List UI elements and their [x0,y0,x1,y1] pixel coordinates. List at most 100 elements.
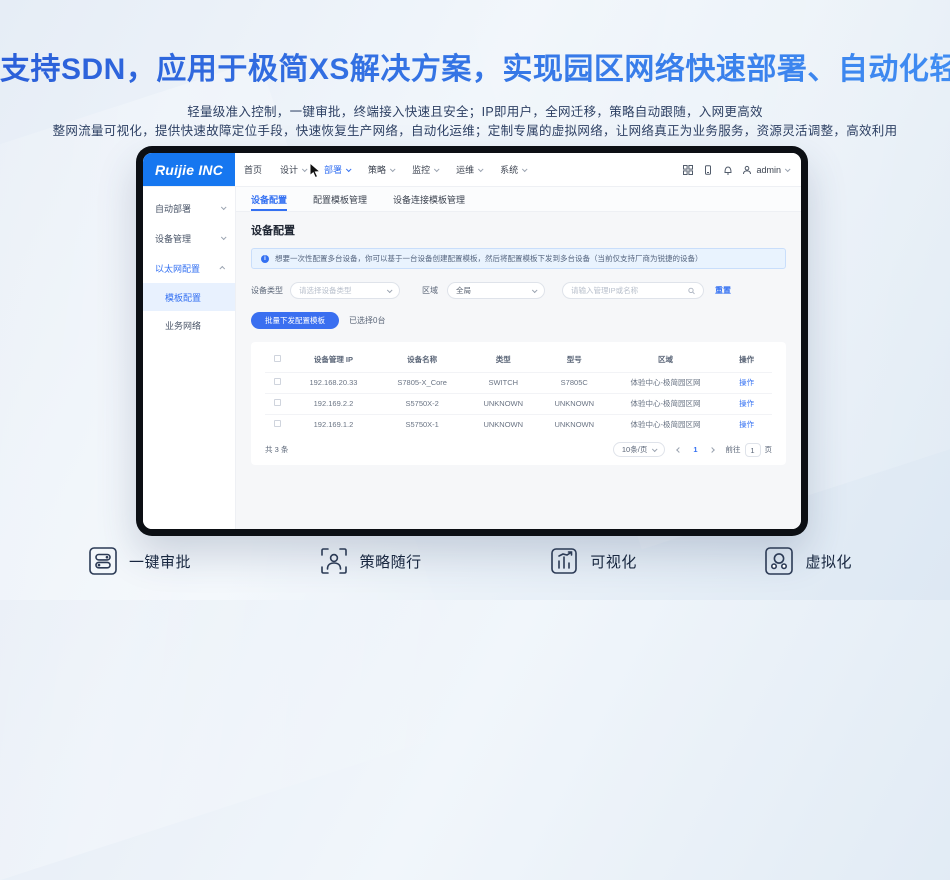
filter-bar: 设备类型 请选择设备类型 区域 全局 [251,282,786,299]
table-row: 192.169.1.2 S5750X-1 UNKNOWN UNKNOWN 体验中… [265,414,772,435]
chevron-down-icon [302,166,308,172]
nav-item-system[interactable]: 系统 [491,163,535,176]
batch-deploy-template-button[interactable]: 批量下发配置模板 [251,312,339,329]
region-select[interactable]: 全局 [447,282,545,299]
search-field[interactable] [562,282,704,299]
search-icon [688,287,695,295]
device-icon[interactable] [702,164,713,175]
pagination-bar: 共 3 条 10条/页 1 前往 [265,442,772,457]
row-checkbox[interactable] [274,399,281,406]
chevron-down-icon [221,204,227,210]
nav-item-monitor[interactable]: 监控 [403,163,447,176]
chevron-down-icon [652,446,658,452]
tab-config-template-mgmt[interactable]: 配置模板管理 [313,187,367,211]
row-action-link[interactable]: 操作 [739,420,754,429]
nav-item-policy[interactable]: 策略 [359,163,403,176]
cell-ip: 192.169.1.2 [290,414,376,435]
visualization-icon [549,546,579,576]
grid-apps-icon[interactable] [682,164,693,175]
select-all-checkbox[interactable] [274,355,281,362]
laptop-frame: Ruijie INC 首页 设计 部署 策略 监控 运维 系统 [136,146,808,536]
cell-name: S5750X-1 [377,414,468,435]
col-header-type: 类型 [468,348,539,372]
tab-device-config[interactable]: 设备配置 [251,187,287,211]
row-checkbox[interactable] [274,378,281,385]
hero-subtitle-line1: 轻量级准入控制，一键审批，终端接入快速且安全；IP即用户，全网迁移，策略自动跟随… [0,101,950,120]
search-input[interactable] [571,286,683,295]
chevron-right-icon [709,447,715,453]
topbar-right: admin [682,164,801,175]
main-nav: 首页 设计 部署 策略 监控 运维 系统 [235,153,535,186]
chevron-down-icon [390,166,396,172]
username: admin [756,165,781,175]
tab-device-connection-template-mgmt[interactable]: 设备连接模板管理 [393,187,465,211]
prev-page-button[interactable] [674,445,684,455]
sidebar-item-auto-deploy[interactable]: 自动部署 [143,193,235,223]
info-banner: i 想要一次性配置多台设备，你可以基于一台设备创建配置模板，然后将配置模板下发到… [251,248,786,269]
alarm-bell-icon[interactable] [722,164,733,175]
hero-title: 支持SDN，应用于极简XS解决方案，实现园区网络快速部署、自动化轻松运维 [0,44,950,88]
sidebar: 自动部署 设备管理 以太网配置 模板配置 业务网络 [143,187,236,529]
current-page-number[interactable]: 1 [693,445,697,454]
total-count: 共 3 条 [265,444,288,455]
device-type-label: 设备类型 [251,285,283,296]
sidebar-item-business-network[interactable]: 业务网络 [143,311,235,339]
device-table-card: 设备管理 IP 设备名称 类型 型号 区域 操作 [251,342,786,465]
top-navbar: Ruijie INC 首页 设计 部署 策略 监控 运维 系统 [143,153,801,187]
chevron-up-icon [219,266,225,272]
cell-type: UNKNOWN [468,414,539,435]
app-logo: Ruijie INC [143,153,235,186]
nav-item-operations[interactable]: 运维 [447,163,491,176]
cell-type: UNKNOWN [468,393,539,414]
reset-button[interactable]: 重置 [715,285,731,296]
device-type-select[interactable]: 请选择设备类型 [290,282,400,299]
chevron-down-icon [221,234,227,240]
row-checkbox[interactable] [274,420,281,427]
chevron-down-icon [522,166,528,172]
next-page-button[interactable] [707,445,717,455]
goto-page: 前往 1 页 [726,443,773,457]
chevron-down-icon [785,166,791,172]
page-title: 设备配置 [251,222,786,238]
cell-region: 体验中心-极简园区网 [610,372,722,393]
col-header-region: 区域 [610,348,722,372]
chevron-down-icon [532,287,538,293]
app-body: 自动部署 设备管理 以太网配置 模板配置 业务网络 设备配置 配置模板管理 设备… [143,187,801,529]
user-icon [742,165,752,175]
info-banner-text: 想要一次性配置多台设备，你可以基于一台设备创建配置模板，然后将配置模板下发到多台… [275,253,703,264]
policy-follow-icon [319,546,349,576]
device-table: 设备管理 IP 设备名称 类型 型号 区域 操作 [265,348,772,435]
chevron-down-icon [387,287,393,293]
feature-label: 虚拟化 [805,551,852,572]
cell-region: 体验中心-极简园区网 [610,414,722,435]
feature-one-click-approval: 一键审批 [88,546,191,576]
sidebar-item-ethernet-config[interactable]: 以太网配置 [143,253,235,283]
user-menu[interactable]: admin [742,165,789,175]
page-content: 设备配置 i 想要一次性配置多台设备，你可以基于一台设备创建配置模板，然后将配置… [236,212,801,529]
feature-strip: 一键审批 策略随行 可视化 [0,546,950,576]
cell-name: S5750X-2 [377,393,468,414]
main-panel: 设备配置 配置模板管理 设备连接模板管理 设备配置 i 想要一次性配置多台设备，… [236,187,801,529]
feature-label: 一键审批 [129,551,191,572]
tab-bar: 设备配置 配置模板管理 设备连接模板管理 [236,187,801,212]
chevron-down-icon [478,166,484,172]
feature-label: 可视化 [590,551,637,572]
mouse-cursor [309,162,322,179]
pagination-controls: 10条/页 1 前往 1 页 [613,442,772,457]
sidebar-item-template-config[interactable]: 模板配置 [143,283,235,311]
table-header-row: 设备管理 IP 设备名称 类型 型号 区域 操作 [265,348,772,372]
cell-model: UNKNOWN [539,393,610,414]
table-row: 192.168.20.33 S7805-X_Core SWITCH S7805C… [265,372,772,393]
col-header-ip: 设备管理 IP [290,348,376,372]
feature-visualization: 可视化 [549,546,637,576]
hero-subtitle-line2: 整网流量可视化，提供快速故障定位手段，快速恢复生产网络，自动化运维；定制专属的虚… [0,120,950,139]
row-action-link[interactable]: 操作 [739,378,754,387]
nav-item-home[interactable]: 首页 [235,163,271,176]
sidebar-item-device-mgmt[interactable]: 设备管理 [143,223,235,253]
one-click-approval-icon [88,546,118,576]
row-action-link[interactable]: 操作 [739,399,754,408]
goto-page-input[interactable]: 1 [745,443,761,457]
cell-ip: 192.168.20.33 [290,372,376,393]
cell-ip: 192.169.2.2 [290,393,376,414]
page-size-select[interactable]: 10条/页 [613,442,665,457]
